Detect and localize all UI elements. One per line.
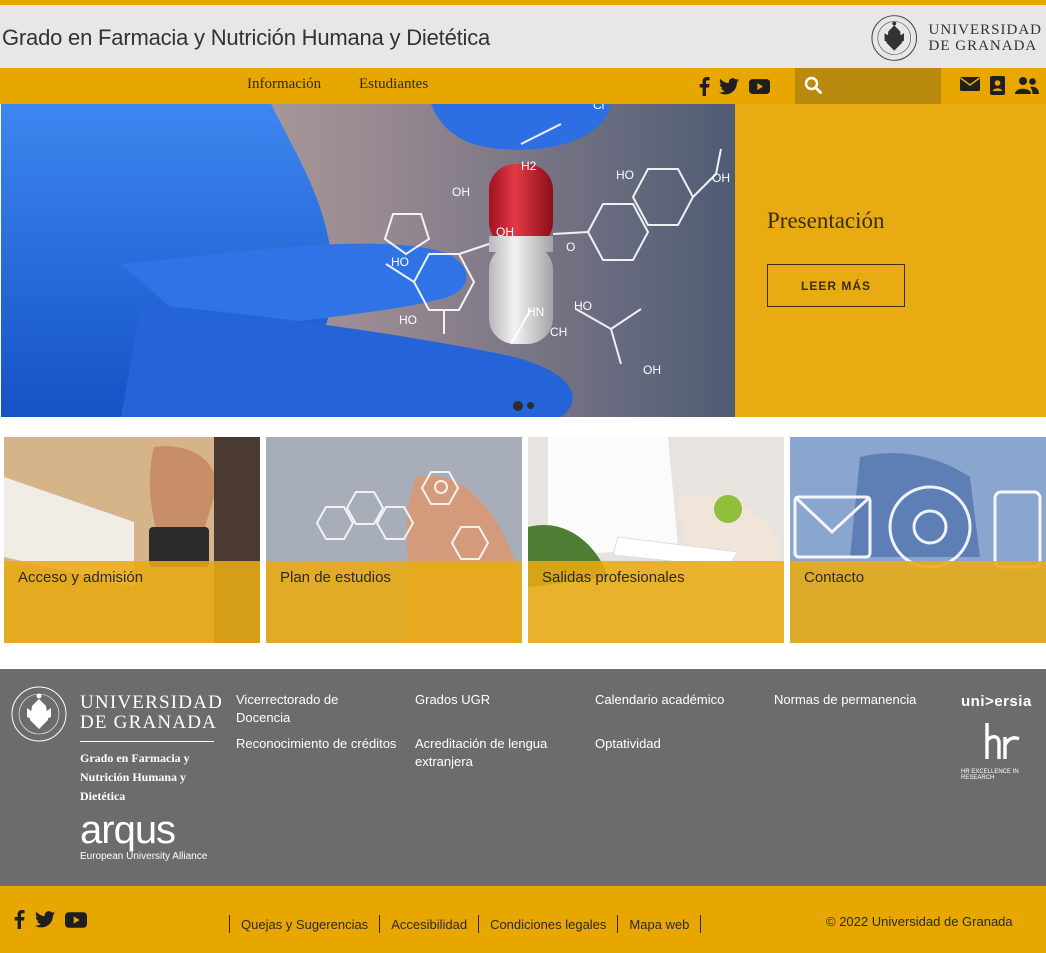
bottom-social	[14, 910, 87, 934]
footer-link-reconocimiento[interactable]: Reconocimiento de créditos	[236, 735, 411, 753]
nav-item-estudiantes[interactable]: Estudiantes	[359, 76, 428, 93]
legal-links: Quejas y Sugerencias Accesibilidad Condi…	[229, 915, 702, 933]
card-label: Salidas profesionales	[542, 569, 685, 586]
hero-image: H2 OH HO HO OH HO OH O HO HN CH OH Cl	[1, 104, 735, 417]
quick-links-cards: Acceso y admisión Plan de estudios Salid…	[4, 437, 1046, 643]
nav-item-informacion[interactable]: Información	[247, 76, 321, 93]
hr-excellence-text: HR EXCELLENCE IN RESEARCH	[961, 769, 1019, 781]
facebook-icon[interactable]	[14, 910, 25, 934]
link-quejas[interactable]: Quejas y Sugerencias	[230, 917, 379, 932]
svg-text:OH: OH	[496, 225, 514, 239]
hero-slider: H2 OH HO HO OH HO OH O HO HN CH OH Cl Pr…	[1, 104, 1046, 417]
footer-ugr-text: UNIVERSIDAD DE GRANADA	[80, 692, 224, 733]
svg-text:H2: H2	[521, 159, 537, 173]
envelope-icon[interactable]	[960, 76, 980, 100]
copyright: © 2022 Universidad de Granada	[826, 914, 1013, 929]
slider-dot-1[interactable]	[513, 401, 523, 411]
footer-logo-divider	[80, 741, 214, 742]
facebook-icon[interactable]	[699, 76, 710, 96]
site-header: Grado en Farmacia y Nutrición Humana y D…	[0, 5, 1046, 68]
hero-panel: Presentación LEER MÁS	[735, 104, 1046, 417]
svg-text:OH: OH	[712, 171, 730, 185]
link-separator	[700, 915, 702, 933]
svg-text:OH: OH	[643, 363, 661, 377]
ugr-seal-icon	[871, 15, 918, 61]
bottom-bar: Quejas y Sugerencias Accesibilidad Condi…	[0, 886, 1046, 953]
ugr-seal-icon	[11, 686, 67, 742]
svg-text:HO: HO	[574, 299, 592, 313]
svg-text:OH: OH	[452, 185, 470, 199]
card-plan-estudios[interactable]: Plan de estudios	[266, 437, 522, 643]
svg-text:Cl: Cl	[593, 104, 604, 112]
youtube-icon[interactable]	[65, 911, 87, 933]
footer-degree-name: Grado en Farmacia y Nutrición Humana y D…	[80, 751, 190, 803]
footer-link-calendario[interactable]: Calendario académico	[595, 691, 755, 709]
footer-ugr-line2: DE GRANADA	[80, 712, 218, 733]
twitter-icon[interactable]	[719, 76, 739, 96]
svg-text:CH: CH	[550, 325, 567, 339]
search-icon[interactable]	[804, 76, 822, 99]
card-label: Plan de estudios	[280, 569, 391, 586]
card-contacto[interactable]: Contacto	[790, 437, 1046, 643]
read-more-button[interactable]: LEER MÁS	[767, 264, 905, 307]
svg-text:HO: HO	[616, 168, 634, 182]
users-icon[interactable]	[1015, 76, 1039, 100]
link-condiciones[interactable]: Condiciones legales	[479, 917, 617, 932]
nav-tools	[960, 76, 1039, 100]
nav-social	[699, 76, 770, 96]
universia-logo[interactable]: uni>ersia	[961, 693, 1032, 710]
footer-ugr-line1: UNIVERSIDAD	[80, 692, 224, 713]
footer-link-acreditacion[interactable]: Acreditación de lengua extranjera	[415, 735, 565, 771]
card-label: Acceso y admisión	[18, 569, 144, 586]
card-salidas-profesionales[interactable]: Salidas profesionales	[528, 437, 784, 643]
site-title[interactable]: Grado en Farmacia y Nutrición Humana y D…	[2, 25, 490, 51]
ugr-logo[interactable]: UNIVERSIDAD DE GRANADA	[870, 13, 1042, 63]
search-input[interactable]	[827, 74, 935, 98]
site-footer: UNIVERSIDAD DE GRANADA Grado en Farmacia…	[0, 669, 1046, 886]
svg-text:HN: HN	[527, 305, 544, 319]
svg-text:O: O	[566, 240, 575, 254]
arqus-logo[interactable]: arqus European University Alliance	[80, 809, 207, 862]
arqus-wordmark: arqus	[80, 808, 176, 852]
youtube-icon[interactable]	[749, 76, 770, 96]
footer-link-optatividad[interactable]: Optatividad	[595, 735, 745, 753]
card-acceso-admision[interactable]: Acceso y admisión	[4, 437, 260, 643]
ugr-logo-line1: UNIVERSIDAD	[928, 22, 1042, 38]
slider-dot-2[interactable]	[527, 402, 534, 409]
twitter-icon[interactable]	[35, 911, 55, 933]
address-book-icon[interactable]	[989, 76, 1006, 100]
card-label: Contacto	[804, 569, 865, 586]
svg-text:HO: HO	[399, 313, 417, 327]
footer-link-normas[interactable]: Normas de permanencia	[774, 691, 944, 709]
svg-text:HO: HO	[391, 255, 409, 269]
main-nav: Información Estudiantes	[0, 68, 1046, 104]
hero-title: Presentación	[767, 208, 885, 233]
ugr-logo-text: UNIVERSIDAD DE GRANADA	[929, 22, 1043, 54]
footer-link-grados-ugr[interactable]: Grados UGR	[415, 691, 565, 709]
search-box	[795, 68, 941, 104]
arqus-subtitle: European University Alliance	[80, 851, 208, 862]
link-accesibilidad[interactable]: Accesibilidad	[380, 917, 478, 932]
link-mapa-web[interactable]: Mapa web	[618, 917, 700, 932]
footer-link-vicerrectorado[interactable]: Vicerrectorado de Docencia	[236, 691, 386, 727]
slider-dots	[513, 401, 534, 411]
ugr-logo-line2: DE GRANADA	[928, 38, 1038, 54]
